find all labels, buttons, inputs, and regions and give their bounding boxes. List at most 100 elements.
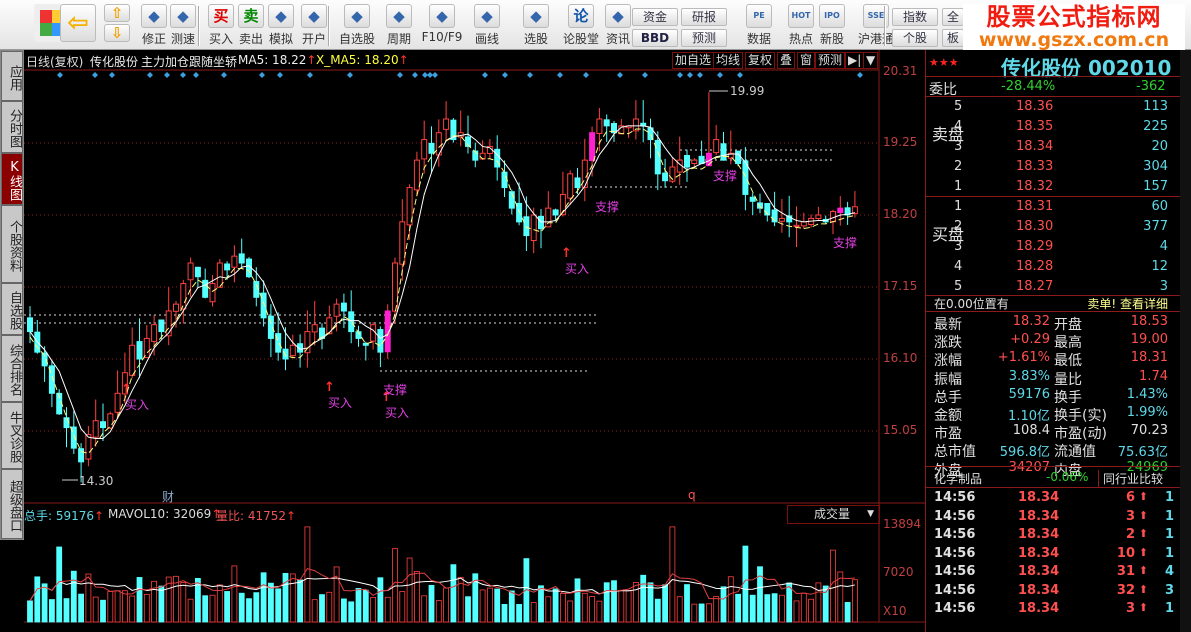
candle-body (749, 196, 756, 202)
pencil-button[interactable]: ◆ 画线 (467, 4, 507, 48)
volume-ratio-text: 量比: 41752 (216, 509, 287, 523)
volume-total: 总手: 59176↑ (24, 507, 104, 524)
tick-price: 18.34 (1018, 527, 1060, 542)
ask-price: 18.33 (1016, 159, 1054, 174)
ask-volume[interactable]: 225 (1143, 119, 1168, 134)
button-label: 选股 (523, 32, 548, 46)
sidebar-tab-3[interactable]: 个股资料 (1, 205, 23, 283)
bbd-button[interactable]: BBD (632, 29, 678, 47)
volume-bar (552, 588, 559, 623)
all-button[interactable]: 全 (942, 8, 964, 26)
volume-bar (640, 574, 647, 623)
sidebar-tab-0[interactable]: 应用 (1, 51, 23, 101)
tick-count: 1 (1164, 601, 1174, 616)
indicator-selector[interactable]: 成交量 ▼ (787, 505, 880, 524)
chart-button-3[interactable]: 叠 (777, 52, 796, 69)
stat-label: 涨幅 (934, 353, 962, 370)
back-button[interactable]: ⇦ (58, 4, 98, 48)
candle-body (333, 303, 340, 317)
industry-compare-button[interactable]: 同行业比较 (1098, 470, 1163, 487)
sidebar-tab-2[interactable]: K线图 (1, 153, 23, 205)
sidebar-tab-1[interactable]: 分时图 (1, 101, 23, 153)
bid-volume[interactable]: 4 (1160, 239, 1168, 254)
research-report-button[interactable]: 研报 (681, 8, 727, 26)
f10-button[interactable]: ◆ F10/F9 (421, 4, 463, 48)
stat-value: 19.00 (1130, 332, 1168, 348)
refresh-icon: ◆ (141, 4, 167, 28)
bid-volume[interactable]: 12 (1151, 259, 1168, 274)
chart-button-0[interactable]: 加自选 (672, 52, 715, 69)
sidebar-tab-5[interactable]: 综合排名 (1, 335, 23, 402)
stat-label: 最低 (1054, 353, 1082, 370)
sector-button[interactable]: 板 (942, 29, 964, 47)
volume-bar (297, 579, 304, 623)
up-arrow-icon: ↑ (306, 53, 317, 67)
candle-body (158, 319, 165, 333)
bid-volume[interactable]: 60 (1151, 199, 1168, 214)
stat-value: 70.23 (1130, 423, 1168, 439)
gavel-button[interactable]: ◆ 模拟 (264, 4, 298, 48)
radar-button[interactable]: ◆ 选股 (516, 4, 556, 48)
indicator-name[interactable]: 主力加仓跟随坐轿 (141, 53, 237, 70)
candle-body (202, 279, 209, 298)
sidebar-tab-6[interactable]: 牛叉诊股 (1, 402, 23, 469)
stat-value: 1.10亿 (1008, 409, 1050, 424)
ask-level: 3 (954, 139, 963, 154)
ask-volume[interactable]: 157 (1143, 179, 1168, 194)
stock-name: 传化股份 (90, 55, 139, 69)
divider (926, 487, 1181, 488)
tick-time: 14:56 (934, 601, 976, 616)
sidebar-tab-7[interactable]: 超级盘口 (1, 469, 23, 539)
finance-event-marker[interactable]: 财 (162, 488, 174, 505)
kline-chart[interactable] (24, 50, 925, 632)
bid-price: 18.27 (1016, 279, 1054, 294)
buy-signal-label: 买入 (328, 396, 353, 410)
sidebar-tab-4[interactable]: 自选股 (1, 283, 23, 335)
volume-bar (209, 594, 216, 623)
buy-button[interactable]: 买买入 (204, 4, 238, 48)
ask-price: 18.36 (1016, 99, 1054, 114)
clock-button[interactable]: ◆ 测速 (166, 4, 200, 48)
volume-bar (574, 578, 581, 623)
view-detail-link[interactable]: 卖单! 查看详细 (1087, 295, 1168, 312)
period-label[interactable]: 日线(复权) (26, 53, 83, 70)
bid-volume[interactable]: 377 (1143, 219, 1168, 234)
support-label: 支撑 (713, 169, 738, 183)
fund-button[interactable]: 资金 (632, 8, 678, 26)
scroll-up-button[interactable]: ⇧ ⇩ (103, 4, 131, 48)
scrollbar[interactable] (1180, 50, 1191, 632)
sell-button[interactable]: 卖卖出 (234, 4, 268, 48)
bid-volume[interactable]: 3 (1160, 279, 1168, 294)
volume-bar (180, 582, 187, 623)
forum-button[interactable]: 论论股堂 (561, 4, 601, 48)
ask-volume[interactable]: 304 (1143, 159, 1168, 174)
chart-button-1[interactable]: 均线 (713, 52, 744, 69)
folder-star-button[interactable]: ◆ 自选股 (336, 4, 378, 48)
ask-volume[interactable]: 113 (1143, 99, 1168, 114)
chart-button-6[interactable]: ▶| (845, 52, 865, 69)
stock-button[interactable]: 个股 (892, 29, 938, 47)
chart-button-5[interactable]: 预测 (815, 52, 846, 69)
volume-bar (421, 595, 428, 623)
volume-bar (757, 566, 763, 623)
ipo-button[interactable]: IPO 新股 (814, 4, 850, 48)
ask-volume[interactable]: 20 (1151, 139, 1168, 154)
volume-bar (560, 593, 566, 623)
volume-bar (530, 602, 537, 623)
chart-button-2[interactable]: 复权 (745, 52, 776, 69)
chart-button-7[interactable]: ▼ (863, 52, 879, 69)
lock-button[interactable]: ◆ 开户 (297, 4, 331, 48)
event-marker[interactable]: q (688, 488, 696, 502)
sell-icon: 卖 (238, 4, 264, 28)
tick-count: 1 (1164, 527, 1174, 542)
volume-bar (384, 596, 391, 623)
chart-button-4[interactable]: 窗 (797, 52, 816, 69)
clock-period-button[interactable]: ◆ 周期 (379, 4, 419, 48)
low-price-label: 14.30 (79, 474, 114, 488)
index-button[interactable]: 指数 (892, 8, 938, 26)
candle-body (282, 348, 289, 360)
pe-button[interactable]: PE 数据 (739, 4, 779, 48)
document-button[interactable]: ◆ 资讯 (601, 4, 635, 48)
stat-value: +0.29 (1010, 332, 1050, 348)
forecast-button[interactable]: 预测 (681, 29, 727, 47)
